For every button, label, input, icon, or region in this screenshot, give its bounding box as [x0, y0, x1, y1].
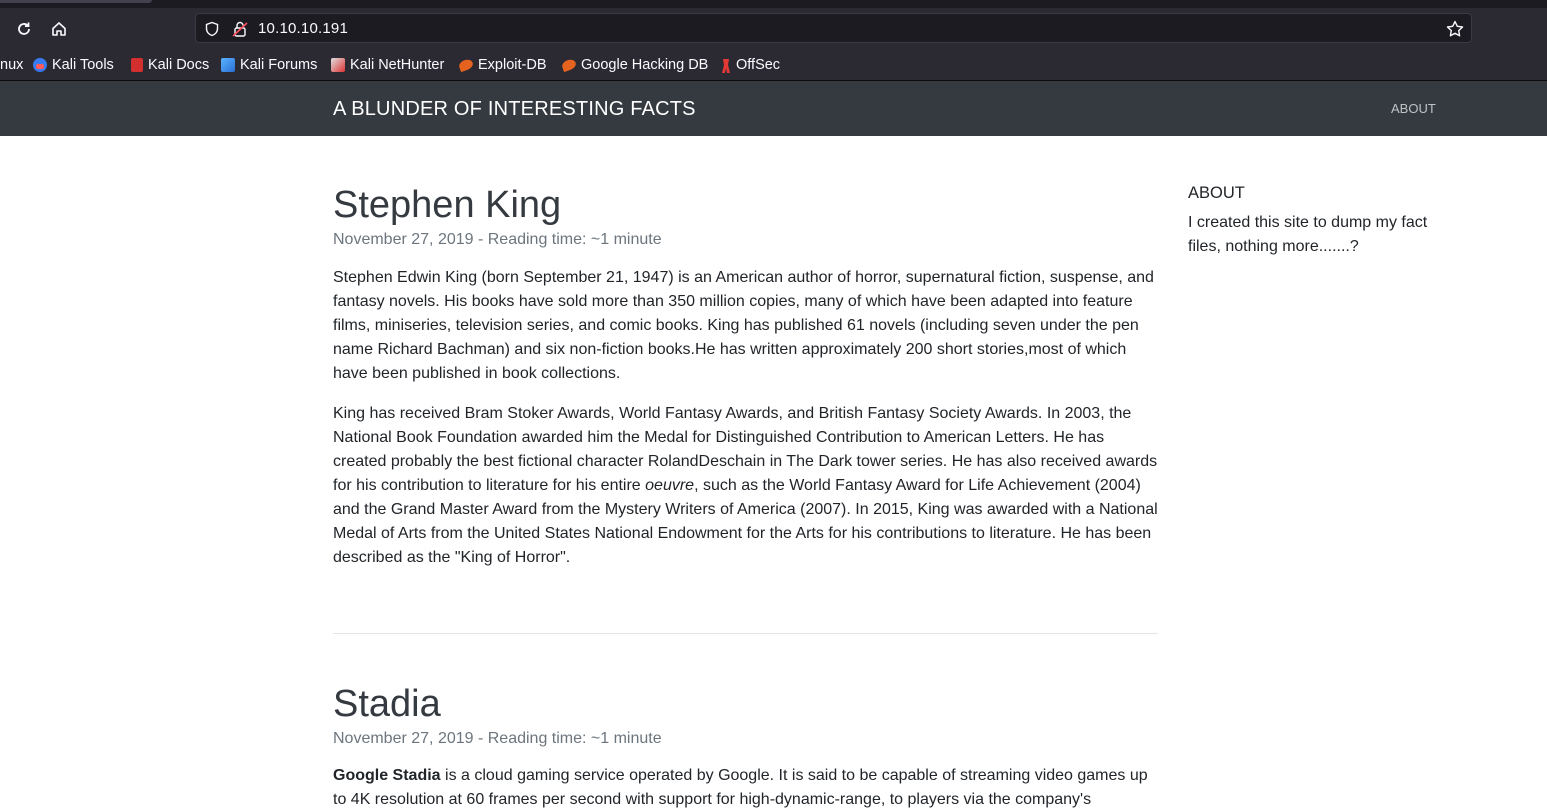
- bookmark-kali-forums[interactable]: Kali Forums: [221, 55, 317, 75]
- paragraph-text: is a cloud gaming service operated by Go…: [333, 767, 1148, 808]
- kali-docs-icon: [131, 58, 143, 72]
- bookmark-label: Kali Docs: [148, 57, 210, 73]
- bookmark-label: nux: [0, 57, 24, 73]
- ghdb-icon: [560, 57, 578, 73]
- nav-link-about[interactable]: ABOUT: [1391, 101, 1436, 116]
- active-tab-edge[interactable]: [0, 0, 152, 3]
- browser-tab-strip: [0, 0, 1547, 8]
- bookmark-exploit-db[interactable]: Exploit-DB: [457, 55, 547, 75]
- browser-toolbar: 10.10.10.191: [0, 8, 1547, 50]
- bookmark-google-hacking-db[interactable]: Google Hacking DB: [560, 55, 709, 75]
- emphasis-text: oeuvre: [645, 477, 695, 494]
- site-brand[interactable]: A BLUNDER OF INTERESTING FACTS: [333, 98, 696, 121]
- kali-nethunter-icon: [331, 58, 345, 72]
- offsec-icon: [721, 58, 731, 73]
- bookmark-offsec[interactable]: OffSec: [721, 55, 780, 75]
- bookmark-label: Kali Tools: [52, 57, 114, 73]
- reload-icon[interactable]: [13, 18, 35, 40]
- bookmark-label: Exploit-DB: [478, 57, 547, 73]
- post-body: Stephen Edwin King (born September 21, 1…: [333, 266, 1161, 570]
- url-bar[interactable]: 10.10.10.191: [195, 13, 1472, 43]
- post-title[interactable]: Stephen King: [333, 184, 561, 227]
- tracking-shield-icon[interactable]: [204, 21, 220, 37]
- kali-forums-icon: [221, 58, 235, 72]
- bold-text: Google Stadia: [333, 767, 441, 784]
- kali-tools-icon: [33, 58, 47, 72]
- bookmark-kali-nethunter[interactable]: Kali NetHunter: [331, 55, 444, 75]
- post-paragraph: Google Stadia is a cloud gaming service …: [333, 764, 1161, 812]
- url-text[interactable]: 10.10.10.191: [258, 20, 348, 37]
- bookmark-kali-docs[interactable]: Kali Docs: [131, 55, 209, 75]
- bookmarks-bar: nux Kali Tools Kali Docs Kali Forums Kal…: [0, 50, 1547, 81]
- post-paragraph: Stephen Edwin King (born September 21, 1…: [333, 269, 1154, 382]
- post-meta: November 27, 2019 - Reading time: ~1 min…: [333, 231, 662, 248]
- post-divider: [333, 633, 1158, 634]
- bookmark-label: Kali NetHunter: [350, 57, 445, 73]
- sidebar-title: ABOUT: [1188, 184, 1245, 202]
- bookmark-label: Google Hacking DB: [581, 57, 709, 73]
- bookmark-label: Kali Forums: [240, 57, 318, 73]
- bookmark-linux[interactable]: nux: [0, 55, 23, 75]
- exploit-db-icon: [457, 57, 475, 73]
- insecure-lock-icon[interactable]: [232, 20, 248, 38]
- post-title[interactable]: Stadia: [333, 683, 441, 726]
- post-meta: November 27, 2019 - Reading time: ~1 min…: [333, 730, 662, 747]
- home-icon[interactable]: [48, 18, 70, 40]
- bookmark-kali-tools[interactable]: Kali Tools: [33, 55, 114, 75]
- site-navbar: A BLUNDER OF INTERESTING FACTS ABOUT: [0, 81, 1547, 136]
- sidebar-text: I created this site to dump my fact file…: [1188, 214, 1428, 255]
- post-paragraph: King has received Bram Stoker Awards, Wo…: [333, 402, 1161, 570]
- bookmark-star-icon[interactable]: [1445, 19, 1465, 39]
- post-body: Google Stadia is a cloud gaming service …: [333, 764, 1161, 812]
- bookmark-label: OffSec: [736, 57, 781, 73]
